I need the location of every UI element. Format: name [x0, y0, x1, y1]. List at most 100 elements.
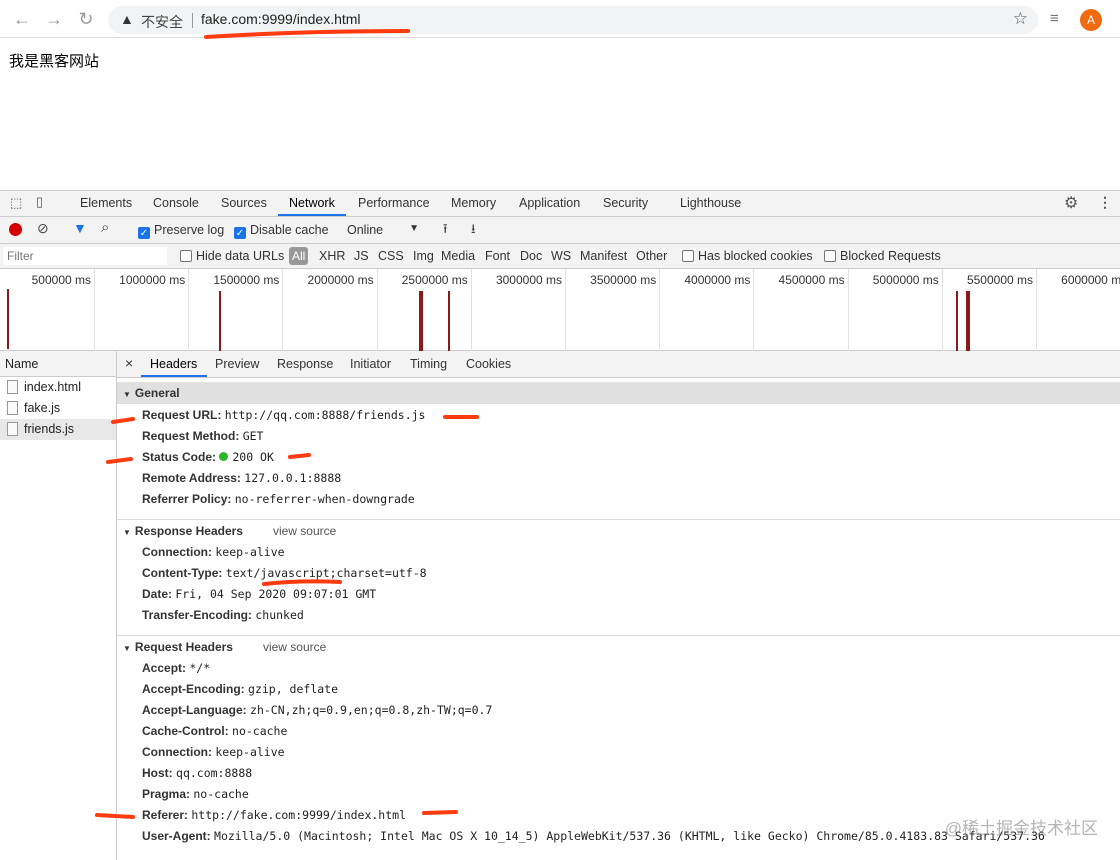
- filter-input[interactable]: [3, 247, 167, 265]
- tab-response[interactable]: Response: [277, 357, 333, 371]
- filter-type-other[interactable]: Other: [636, 249, 667, 263]
- url-text[interactable]: fake.com:9999/index.html: [201, 11, 361, 27]
- filter-type-js[interactable]: JS: [354, 249, 369, 263]
- timeline-tick-label: 1500000 ms: [213, 273, 280, 287]
- header-value: chunked: [255, 608, 304, 622]
- request-row[interactable]: friends.js: [0, 419, 116, 440]
- address-bar[interactable]: ▲ 不安全 fake.com:9999/index.html ☆: [108, 6, 1038, 34]
- header-value: 127.0.0.1:8888: [244, 471, 342, 485]
- reload-icon[interactable]: ↻: [76, 9, 96, 30]
- export-har-icon[interactable]: ⭳: [471, 220, 476, 242]
- disclosure-triangle-icon: ▼: [123, 390, 131, 399]
- tab-lighthouse[interactable]: Lighthouse: [680, 196, 741, 210]
- checkbox-icon[interactable]: [682, 250, 694, 262]
- tab-performance[interactable]: Performance: [358, 196, 430, 210]
- more-options-icon[interactable]: ⋮: [1098, 194, 1112, 211]
- filter-type-doc[interactable]: Doc: [520, 249, 542, 263]
- view-source-link[interactable]: view source: [273, 524, 336, 538]
- import-har-icon[interactable]: ⭱: [443, 220, 448, 242]
- divider: [192, 13, 193, 28]
- devtools-panel: ⬚ ▯ ⚙ ⋮ Elements Console Sources Network Per…: [0, 190, 1120, 860]
- header-row: Transfer-Encoding: chunked: [142, 608, 304, 622]
- tab-security[interactable]: Security: [603, 196, 648, 210]
- header-value: qq.com:8888: [176, 766, 253, 780]
- request-list: Name index.html fake.js friends.js: [0, 351, 117, 860]
- header-name: Connection:: [142, 745, 212, 759]
- file-icon: [7, 380, 18, 394]
- tab-network[interactable]: Network: [289, 196, 335, 210]
- header-name: Content-Type:: [142, 566, 223, 580]
- filter-type-ws[interactable]: WS: [551, 249, 571, 263]
- filter-all-button[interactable]: All: [289, 247, 309, 265]
- tab-elements[interactable]: Elements: [80, 196, 132, 210]
- header-value: http://fake.com:9999/index.html: [191, 808, 407, 822]
- hide-data-urls-checkbox[interactable]: Hide data URLs: [180, 249, 284, 263]
- tab-sources[interactable]: Sources: [221, 196, 267, 210]
- timeline-tick-label: 3500000 ms: [590, 273, 657, 287]
- checkbox-checked-icon[interactable]: ✓: [234, 227, 246, 239]
- timeline-tick-label: 4500000 ms: [778, 273, 845, 287]
- tab-application[interactable]: Application: [519, 196, 580, 210]
- checkbox-checked-icon[interactable]: ✓: [138, 227, 150, 239]
- has-blocked-cookies-checkbox[interactable]: Has blocked cookies: [682, 249, 813, 263]
- section-header-general[interactable]: ▼ General: [117, 382, 1120, 404]
- back-icon[interactable]: ←: [12, 9, 32, 30]
- bookmark-star-icon[interactable]: ☆: [1013, 9, 1028, 29]
- request-row[interactable]: index.html: [0, 377, 116, 398]
- tab-console[interactable]: Console: [153, 196, 199, 210]
- timeline-tick-label: 6000000 ms: [1061, 273, 1120, 287]
- filter-funnel-icon[interactable]: ▼: [73, 220, 87, 236]
- request-bar: [7, 289, 9, 349]
- header-name: Accept-Encoding:: [142, 682, 245, 696]
- tab-preview[interactable]: Preview: [215, 357, 259, 371]
- blocked-requests-checkbox[interactable]: Blocked Requests: [824, 249, 941, 263]
- filter-type-img[interactable]: Img: [413, 249, 434, 263]
- header-value: GET: [242, 429, 264, 443]
- section-header-request-headers[interactable]: ▼ Request Headers view source: [117, 635, 1120, 657]
- request-name: friends.js: [24, 422, 75, 436]
- warning-icon[interactable]: ▲: [120, 11, 134, 27]
- header-row: Remote Address: 127.0.0.1:8888: [142, 471, 341, 485]
- settings-gear-icon[interactable]: ⚙: [1064, 193, 1078, 213]
- inspect-element-icon[interactable]: ⬚: [10, 195, 22, 211]
- header-row: Request URL: http://qq.com:8888/friends.…: [142, 408, 425, 422]
- disable-cache-checkbox[interactable]: ✓ Disable cache: [234, 223, 329, 239]
- header-value: zh-CN,zh;q=0.9,en;q=0.8,zh-TW;q=0.7: [250, 703, 493, 717]
- record-icon[interactable]: [9, 223, 22, 236]
- tab-cookies[interactable]: Cookies: [466, 357, 511, 371]
- section-header-response-headers[interactable]: ▼ Response Headers view source: [117, 519, 1120, 541]
- network-overview-timeline[interactable]: 500000 ms 1000000 ms 1500000 ms 2000000 ms 2…: [0, 269, 1120, 351]
- header-name: Accept:: [142, 661, 187, 675]
- view-source-link[interactable]: view source: [263, 640, 326, 654]
- device-toggle-icon[interactable]: ▯: [36, 194, 43, 210]
- name-column-header[interactable]: Name: [0, 351, 116, 377]
- avatar[interactable]: A: [1080, 9, 1102, 31]
- clear-icon[interactable]: ⊘: [37, 220, 49, 237]
- tab-memory[interactable]: Memory: [451, 196, 496, 210]
- tab-headers[interactable]: Headers: [150, 357, 197, 371]
- preserve-log-checkbox[interactable]: ✓ Preserve log: [138, 223, 224, 239]
- timeline-tick-label: 5500000 ms: [966, 273, 1033, 287]
- disclosure-triangle-icon: ▼: [123, 644, 131, 653]
- header-row: Connection: keep-alive: [142, 745, 285, 759]
- media-control-icon[interactable]: ≡: [1050, 10, 1059, 27]
- filter-type-media[interactable]: Media: [441, 249, 475, 263]
- forward-icon[interactable]: →: [44, 9, 64, 30]
- page-content-text: 我是黑客网站: [9, 53, 100, 70]
- search-icon[interactable]: ⌕: [101, 219, 109, 236]
- tab-timing[interactable]: Timing: [410, 357, 447, 371]
- filter-type-css[interactable]: CSS: [378, 249, 404, 263]
- request-row[interactable]: fake.js: [0, 398, 116, 419]
- disclosure-triangle-icon: ▼: [123, 528, 131, 537]
- close-icon[interactable]: ×: [125, 355, 133, 371]
- security-label[interactable]: 不安全: [141, 12, 183, 32]
- filter-type-font[interactable]: Font: [485, 249, 510, 263]
- throttle-select[interactable]: Online ▼: [347, 223, 419, 237]
- filter-type-xhr[interactable]: XHR: [319, 249, 345, 263]
- tab-initiator[interactable]: Initiator: [350, 357, 391, 371]
- checkbox-icon[interactable]: [180, 250, 192, 262]
- header-value: no-cache: [193, 787, 249, 801]
- checkbox-icon[interactable]: [824, 250, 836, 262]
- filter-type-manifest[interactable]: Manifest: [580, 249, 627, 263]
- header-row: Connection: keep-alive: [142, 545, 285, 559]
